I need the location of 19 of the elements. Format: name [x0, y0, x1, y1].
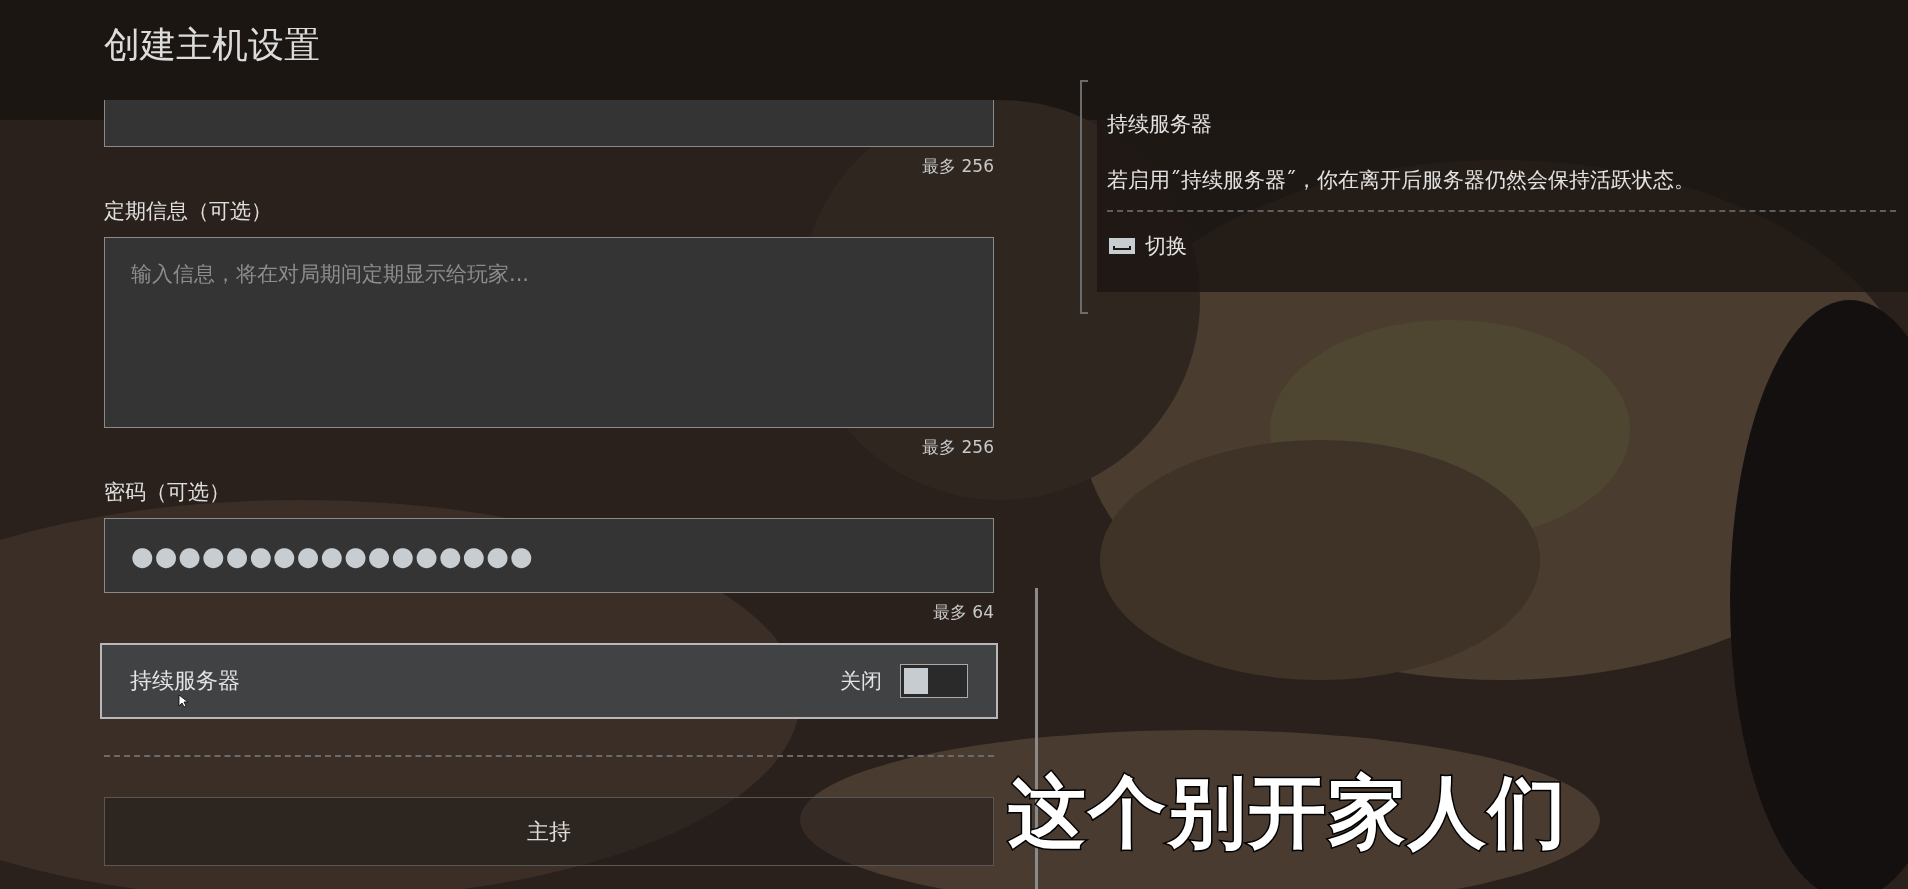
help-description: 若启用˝持续服务器˝，你在离开后服务器仍然会保持活跃状态。 [1107, 167, 1696, 194]
password-field[interactable]: ●●●●●●●●●●●●●●●●● [104, 518, 994, 593]
host-button[interactable]: 主持 [104, 797, 994, 866]
page-title: 创建主机设置 [104, 23, 321, 67]
video-subtitle: 这个别开家人们 [1008, 766, 1568, 859]
character-limit: 最多 256 [922, 436, 994, 459]
toggle-switch[interactable] [900, 664, 968, 698]
character-limit: 最多 256 [922, 155, 994, 178]
field-label: 密码（可选） [104, 479, 231, 506]
character-limit: 最多 64 [932, 601, 994, 624]
action-label[interactable]: 切换 [1145, 232, 1187, 260]
help-title: 持续服务器 [1107, 111, 1213, 138]
spacebar-icon [1107, 236, 1137, 256]
toggle-state: 关闭 [840, 668, 882, 695]
cursor-icon [178, 694, 188, 708]
input-field[interactable]: 输入信息，将在对局期间定期显示给玩家... [104, 237, 994, 428]
field-label: 定期信息（可选） [104, 198, 273, 225]
toggle-row[interactable]: 持续服务器 关闭 [100, 643, 998, 719]
toggle-label: 持续服务器 [130, 667, 241, 695]
